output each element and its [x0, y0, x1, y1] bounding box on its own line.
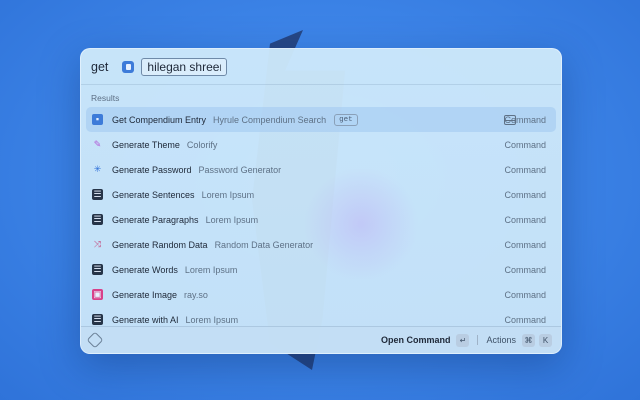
text-block-icon: ☰: [92, 214, 103, 225]
result-title: Generate Sentences: [112, 189, 195, 200]
result-subtitle: Colorify: [186, 139, 218, 150]
result-type: Command: [504, 264, 546, 275]
result-title: Generate Random Data: [112, 239, 208, 250]
search-query[interactable]: get: [91, 60, 108, 74]
result-type: Command: [504, 289, 546, 300]
result-subtitle: Hyrule Compendium Search: [213, 114, 327, 125]
result-subtitle: Password Generator: [198, 164, 282, 175]
result-type: Command: [504, 114, 546, 125]
launcher-window: get Results ▪ Get Compendium Entry Hyrule …: [80, 48, 562, 354]
section-title: Results: [91, 93, 120, 103]
asterisk-icon: ✳: [93, 164, 102, 174]
result-row[interactable]: ✳ Generate Password Password Generator Comm…: [86, 157, 556, 182]
keyword-tag: get: [334, 113, 358, 126]
result-row[interactable]: ☰ Generate Words Lorem Ipsum Command: [86, 257, 556, 282]
result-title: Generate Words: [112, 264, 178, 275]
brush-icon: ✎: [93, 139, 102, 149]
result-title: Generate Password: [112, 164, 192, 175]
result-type: Command: [504, 314, 546, 325]
image-icon: ▣: [92, 289, 103, 300]
action-bar: Open Command ↵ Actions ⌘ K: [81, 326, 561, 353]
shuffle-icon: ⤨: [93, 239, 102, 249]
text-block-icon: ☰: [92, 189, 103, 200]
search-bar: get: [81, 49, 561, 85]
result-row[interactable]: ☰ Generate with AI Lorem Ipsum Command: [86, 307, 556, 327]
divider: [477, 335, 479, 345]
result-subtitle: Lorem Ipsum: [185, 314, 239, 325]
enter-key-hint: ↵: [456, 333, 470, 347]
result-title: Generate Theme: [112, 139, 180, 150]
actions-button[interactable]: Actions: [486, 335, 516, 345]
open-command-button[interactable]: Open Command: [381, 335, 451, 345]
text-block-icon: ☰: [92, 264, 103, 275]
result-title: Generate Image: [112, 289, 178, 300]
result-subtitle: Lorem Ipsum: [201, 189, 255, 200]
result-type: Command: [504, 164, 546, 175]
result-row[interactable]: ☰ Generate Sentences Lorem Ipsum Command: [86, 182, 556, 207]
result-row[interactable]: ▣ Generate Image ray.so Command: [86, 282, 556, 307]
result-type: Command: [504, 139, 546, 150]
argument-input[interactable]: [141, 57, 228, 76]
text-block-icon: ☰: [92, 314, 103, 325]
result-row[interactable]: ▪ Get Compendium Entry Hyrule Compendium S…: [86, 107, 556, 132]
result-subtitle: Lorem Ipsum: [205, 214, 259, 225]
result-type: Command: [504, 214, 546, 225]
cmd-key-hint: ⌘: [522, 333, 535, 347]
result-title: Generate with AI: [112, 314, 179, 325]
result-title: Generate Paragraphs: [112, 214, 199, 225]
result-row[interactable]: ⤨ Generate Random Data Random Data Generat…: [86, 232, 556, 257]
result-title: Get Compendium Entry: [112, 114, 207, 125]
result-type: Command: [504, 239, 546, 250]
compendium-icon: ▪: [92, 114, 103, 125]
result-subtitle: ray.so: [184, 289, 208, 300]
result-type: Command: [504, 189, 546, 200]
result-row[interactable]: ✎ Generate Theme Colorify Command: [86, 132, 556, 157]
compendium-icon: [122, 60, 135, 73]
result-subtitle: Lorem Ipsum: [184, 264, 238, 275]
results-list: ▪ Get Compendium Entry Hyrule Compendium S…: [81, 107, 561, 327]
k-key-hint: K: [539, 333, 552, 347]
result-row[interactable]: ☰ Generate Paragraphs Lorem Ipsum Command: [86, 207, 556, 232]
result-subtitle: Random Data Generator: [214, 239, 314, 250]
raycast-logo-icon[interactable]: [86, 331, 104, 349]
